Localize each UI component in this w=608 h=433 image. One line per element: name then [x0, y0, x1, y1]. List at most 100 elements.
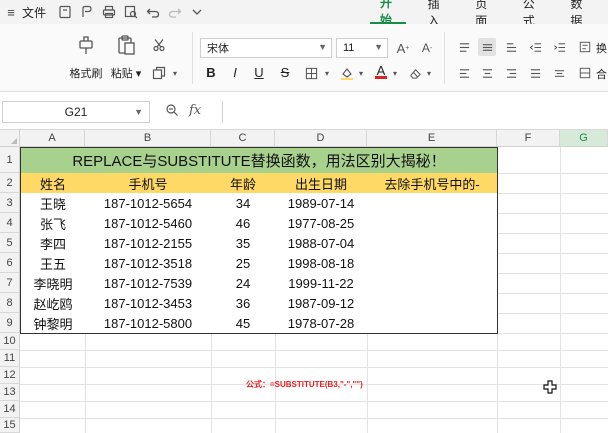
- cell-result[interactable]: [367, 233, 498, 254]
- row-header-13[interactable]: 13: [0, 384, 20, 401]
- increase-font-icon[interactable]: A +: [394, 39, 412, 57]
- row-header-7[interactable]: 7: [0, 273, 20, 293]
- tab-home[interactable]: 开始: [370, 0, 406, 27]
- cell-birthdate[interactable]: 1999-11-22: [275, 273, 368, 294]
- underline-button[interactable]: U: [250, 63, 268, 81]
- decrease-font-icon[interactable]: A-: [418, 39, 436, 57]
- distributed-align-icon[interactable]: [550, 64, 568, 82]
- copy-options-chevron-icon[interactable]: ▾: [166, 64, 184, 82]
- cell-phone[interactable]: 187-1012-5654: [85, 193, 212, 214]
- column-header-a[interactable]: A: [20, 130, 85, 147]
- merge-cells-label[interactable]: 合: [596, 66, 607, 82]
- name-box[interactable]: G21 ▼: [2, 101, 150, 123]
- zoom-search-icon[interactable]: [165, 103, 179, 120]
- align-center-icon[interactable]: [478, 64, 496, 82]
- paste-button[interactable]: 粘贴 ▾: [106, 34, 146, 81]
- row-header-4[interactable]: 4: [0, 213, 20, 233]
- column-header-c[interactable]: C: [211, 130, 275, 147]
- new-file-icon[interactable]: [54, 2, 76, 22]
- cut-icon[interactable]: [150, 36, 168, 54]
- cell-name[interactable]: 王五: [20, 253, 86, 274]
- cell-name[interactable]: 王晓: [20, 193, 86, 214]
- select-all-corner[interactable]: [0, 130, 20, 147]
- align-left-icon[interactable]: [455, 64, 473, 82]
- chevron-down-icon[interactable]: [186, 2, 208, 22]
- cell-result[interactable]: [367, 193, 498, 214]
- cell-phone[interactable]: 187-1012-3453: [85, 293, 212, 314]
- row-header-9[interactable]: 9: [0, 313, 20, 333]
- undo-icon[interactable]: [142, 2, 164, 22]
- row-header-14[interactable]: 14: [0, 401, 20, 418]
- wrap-text-icon[interactable]: [576, 38, 594, 56]
- column-header-g[interactable]: G: [560, 130, 608, 147]
- chevron-down-icon[interactable]: ▾: [420, 64, 438, 82]
- tab-data[interactable]: 数据: [560, 0, 596, 28]
- format-painter-button[interactable]: 格式刷: [66, 34, 106, 81]
- print-icon[interactable]: [98, 2, 120, 22]
- align-top-icon[interactable]: [455, 38, 473, 56]
- justify-icon[interactable]: [526, 64, 544, 82]
- tab-formulas[interactable]: 公式: [513, 0, 549, 28]
- column-header-d[interactable]: D: [275, 130, 367, 147]
- file-menu[interactable]: 文件: [22, 4, 46, 21]
- cell-birthdate[interactable]: 1987-09-12: [275, 293, 368, 314]
- font-size-dropdown[interactable]: 11 ▼: [336, 38, 388, 58]
- header-cell-birthdate[interactable]: 出生日期: [275, 173, 368, 194]
- row-header-3[interactable]: 3: [0, 193, 20, 213]
- merge-cells-icon[interactable]: [576, 64, 594, 82]
- decrease-indent-icon[interactable]: [526, 38, 544, 56]
- cell-birthdate[interactable]: 1989-07-14: [275, 193, 368, 214]
- cell-result[interactable]: [367, 273, 498, 294]
- cell-phone[interactable]: 187-1012-2155: [85, 233, 212, 254]
- chevron-down-icon[interactable]: ▾: [386, 64, 404, 82]
- align-right-icon[interactable]: [502, 64, 520, 82]
- strikethrough-button[interactable]: S: [276, 63, 294, 81]
- row-header-15[interactable]: 15: [0, 418, 20, 433]
- chevron-down-icon[interactable]: ▾: [318, 64, 336, 82]
- sheet-title-cell[interactable]: REPLACE与SUBSTITUTE替换函数，用法区别大揭秘！: [20, 147, 498, 174]
- header-cell-name[interactable]: 姓名: [20, 173, 86, 194]
- cell-result[interactable]: [367, 213, 498, 234]
- column-header-f[interactable]: F: [497, 130, 560, 147]
- wrap-text-label[interactable]: 换: [596, 40, 607, 56]
- header-cell-phone[interactable]: 手机号: [85, 173, 212, 194]
- header-cell-result[interactable]: 去除手机号中的-: [367, 173, 498, 194]
- cell-phone[interactable]: 187-1012-7539: [85, 273, 212, 294]
- menu-icon[interactable]: ≡: [2, 5, 20, 20]
- row-header-11[interactable]: 11: [0, 350, 20, 367]
- redo-icon[interactable]: [164, 2, 186, 22]
- bold-button[interactable]: B: [202, 63, 220, 81]
- cell-phone[interactable]: 187-1012-5800: [85, 313, 212, 334]
- cell-age[interactable]: 35: [211, 233, 276, 254]
- cell-age[interactable]: 24: [211, 273, 276, 294]
- cell-birthdate[interactable]: 1977-08-25: [275, 213, 368, 234]
- row-header-12[interactable]: 12: [0, 367, 20, 384]
- cell-name[interactable]: 钟黎明: [20, 313, 86, 334]
- header-cell-age[interactable]: 年龄: [211, 173, 276, 194]
- row-header-10[interactable]: 10: [0, 333, 20, 350]
- cell-age[interactable]: 25: [211, 253, 276, 274]
- formula-input[interactable]: [222, 101, 608, 123]
- cell-phone[interactable]: 187-1012-3518: [85, 253, 212, 274]
- cell-age[interactable]: 45: [211, 313, 276, 334]
- align-middle-icon[interactable]: [478, 38, 496, 56]
- row-header-1[interactable]: 1: [0, 147, 20, 173]
- cell-result[interactable]: [367, 253, 498, 274]
- cell-birthdate[interactable]: 1978-07-28: [275, 313, 368, 334]
- cell-result[interactable]: [367, 293, 498, 314]
- cell-name[interactable]: 李晓明: [20, 273, 86, 294]
- print-preview-icon[interactable]: [120, 2, 142, 22]
- row-header-6[interactable]: 6: [0, 253, 20, 273]
- italic-button[interactable]: I: [226, 63, 244, 81]
- increase-indent-icon[interactable]: [550, 38, 568, 56]
- cell-name[interactable]: 张飞: [20, 213, 86, 234]
- row-header-8[interactable]: 8: [0, 293, 20, 313]
- cell-birthdate[interactable]: 1998-08-18: [275, 253, 368, 274]
- tab-page[interactable]: 页面: [465, 0, 501, 28]
- tab-insert[interactable]: 插入: [418, 0, 454, 28]
- font-name-dropdown[interactable]: 宋体 ▼: [200, 38, 332, 58]
- cell-name[interactable]: 李四: [20, 233, 86, 254]
- column-header-e[interactable]: E: [367, 130, 497, 147]
- chevron-down-icon[interactable]: ▾: [352, 64, 370, 82]
- cell-name[interactable]: 赵屹鸥: [20, 293, 86, 314]
